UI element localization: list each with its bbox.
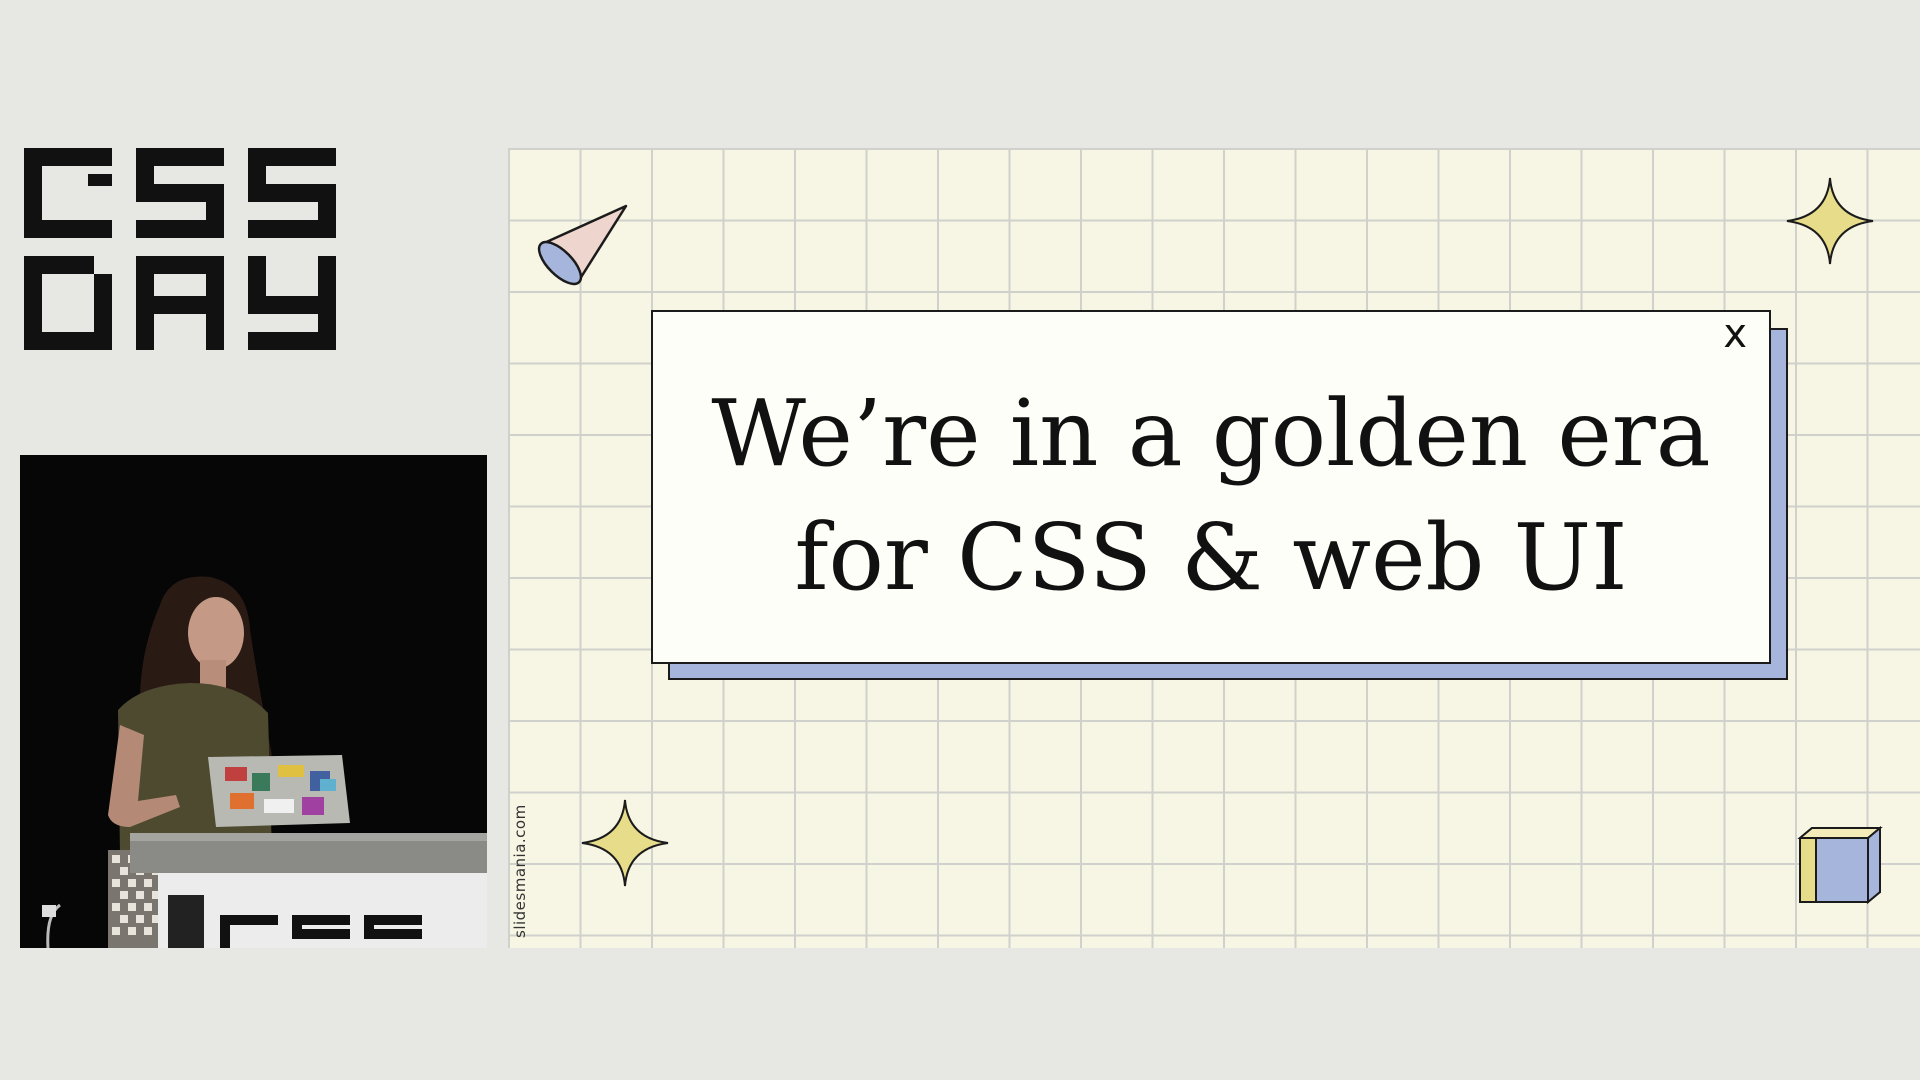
headline-line-1: We’re in a golden era	[711, 380, 1711, 487]
sparkle-icon	[1786, 177, 1874, 265]
close-icon[interactable]: x	[1723, 314, 1747, 354]
sparkle-icon	[581, 799, 669, 887]
slide-credit: slidesmania.com	[511, 804, 529, 938]
headline-line-2: for CSS & web UI	[794, 504, 1628, 611]
cube-shape	[1797, 826, 1883, 905]
cone-shape	[537, 204, 628, 286]
slide-headline: We’re in a golden era for CSS & web UI	[653, 372, 1769, 620]
presentation-slide: x We’re in a golden era for CSS & web UI…	[508, 148, 1920, 948]
slide-window: x We’re in a golden era for CSS & web UI	[651, 310, 1771, 664]
css-day-logo	[24, 148, 336, 350]
speaker-video	[20, 455, 487, 948]
